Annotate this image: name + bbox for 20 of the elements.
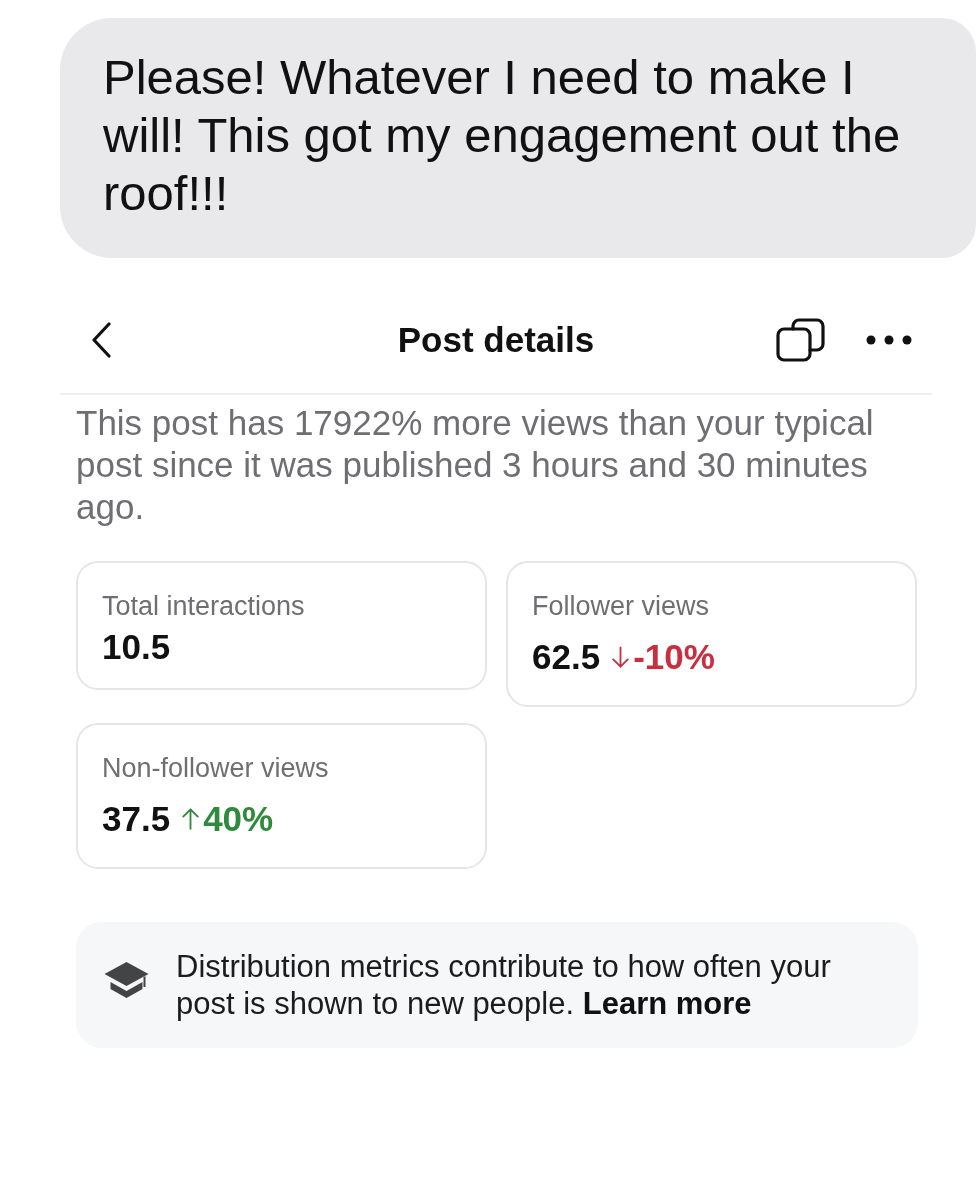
copy-icon bbox=[776, 318, 828, 362]
metric-value: 10.5 bbox=[102, 629, 171, 665]
metric-label: Total interactions bbox=[102, 590, 306, 622]
more-button[interactable] bbox=[866, 335, 912, 345]
metric-label: Follower views bbox=[532, 590, 711, 622]
metric-label: Non-follower views bbox=[102, 752, 330, 784]
change-value: -10% bbox=[633, 639, 715, 675]
chevron-left-icon bbox=[91, 322, 111, 358]
info-text: Distribution metrics contribute to how often your post is shown to new people. Learn more bbox=[176, 948, 832, 1022]
arrow-up-icon bbox=[182, 807, 200, 831]
metric-value: 62.5 bbox=[532, 639, 601, 675]
learn-more-link[interactable]: Learn more bbox=[582, 986, 752, 1021]
message-text: Please! Whatever I need to make I will! This got my engagement out the roof!!! bbox=[103, 49, 902, 222]
page-title: Post details bbox=[397, 319, 595, 361]
more-icon bbox=[866, 335, 912, 345]
metric-value: 37.5 bbox=[102, 801, 171, 837]
copy-button[interactable] bbox=[776, 318, 828, 362]
summary-text: This post has 17922% more views than your typical post since it was published 3 hours and 30 minutes ago. bbox=[76, 402, 875, 528]
change-value: 40% bbox=[203, 801, 274, 837]
arrow-down-icon bbox=[612, 645, 630, 669]
